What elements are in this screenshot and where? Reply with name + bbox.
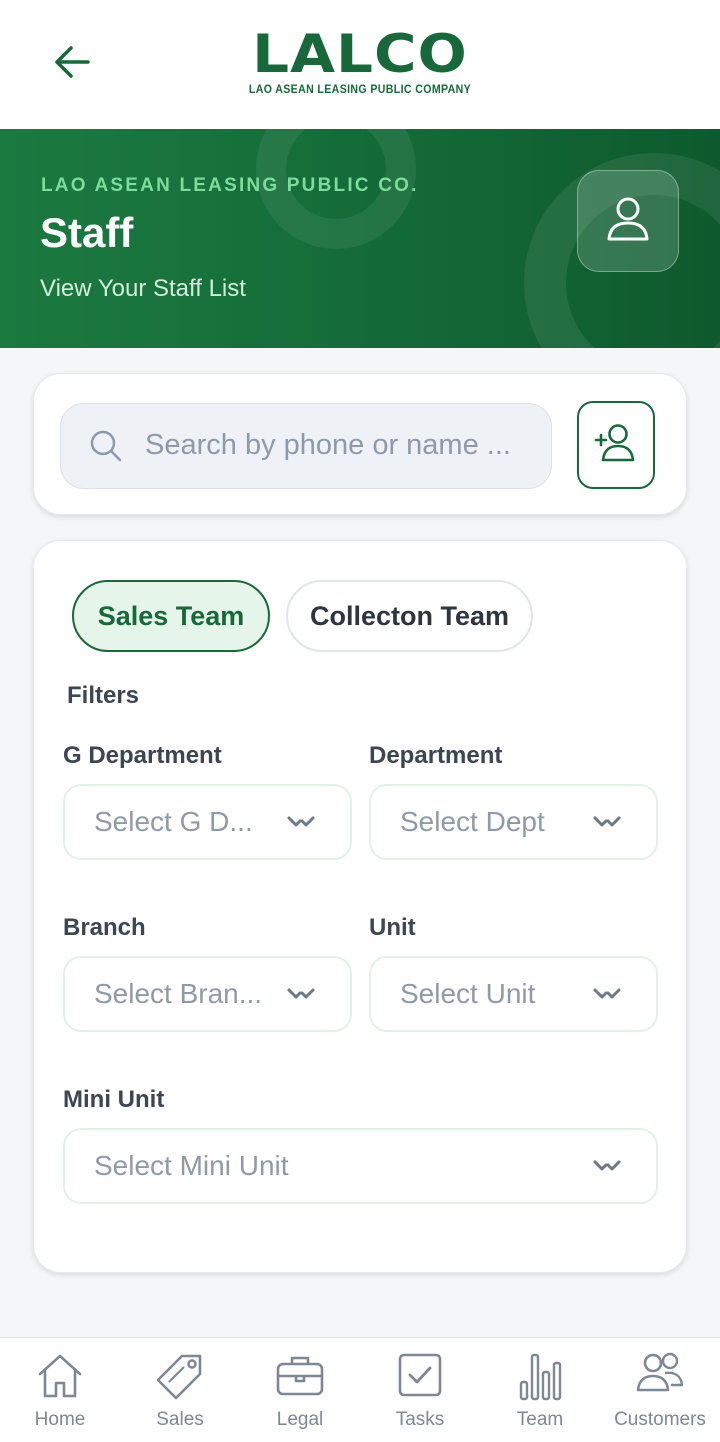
briefcase-icon [275, 1352, 325, 1403]
nav-tasks[interactable]: Tasks [360, 1338, 480, 1442]
checkbox-icon [397, 1352, 443, 1403]
department-select[interactable]: Select Dept [369, 784, 658, 860]
tab-collection-team[interactable]: Collecton Team [286, 580, 533, 652]
profile-button[interactable] [577, 170, 679, 272]
nav-label: Legal [276, 1409, 324, 1430]
page-title: Staff [40, 209, 134, 256]
chevron-down-icon [592, 985, 622, 1008]
nav-label: Customers [614, 1409, 706, 1430]
page-subtitle: View Your Staff List [40, 275, 246, 302]
filters-heading: Filters [67, 682, 140, 709]
users-icon [635, 1352, 685, 1401]
search-card [33, 373, 687, 515]
nav-sales[interactable]: Sales [120, 1338, 240, 1442]
mini-unit-label: Mini Unit [63, 1086, 165, 1113]
nav-home[interactable]: Home [0, 1338, 120, 1442]
mini-unit-value: Select Mini Unit [94, 1150, 289, 1181]
logo-subtitle: LAO ASEAN LEASING PUBLIC COMPANY [248, 84, 472, 96]
unit-value: Select Unit [400, 978, 536, 1009]
nav-legal[interactable]: Legal [240, 1338, 360, 1442]
g-department-value: Select G D... [94, 806, 253, 837]
g-department-select[interactable]: Select G D... [63, 784, 352, 860]
arrow-left-icon [53, 45, 91, 84]
nav-label: Sales [156, 1409, 204, 1430]
bottom-nav: Home Sales Legal Tasks Team Customers [0, 1337, 720, 1442]
chevron-down-icon [286, 985, 316, 1008]
top-bar: LALCO LAO ASEAN LEASING PUBLIC COMPANY [0, 0, 720, 129]
nav-team[interactable]: Team [480, 1338, 600, 1442]
bar-chart-icon [518, 1352, 562, 1407]
back-button[interactable] [44, 38, 100, 90]
chevron-down-icon [592, 813, 622, 836]
department-label: Department [369, 742, 503, 769]
search-icon [89, 429, 123, 468]
lalco-logo: LALCO LAO ASEAN LEASING PUBLIC COMPANY [226, 26, 494, 98]
chevron-down-icon [286, 813, 316, 836]
nav-customers[interactable]: Customers [600, 1338, 720, 1442]
department-value: Select Dept [400, 806, 545, 837]
g-department-label: G Department [63, 742, 222, 769]
logo-text: LALCO [252, 23, 468, 85]
nav-label: Home [34, 1409, 86, 1430]
search-input[interactable] [145, 404, 535, 487]
add-user-icon [594, 423, 638, 468]
tag-icon [154, 1352, 206, 1407]
search-box[interactable] [60, 403, 552, 489]
mini-unit-select[interactable]: Select Mini Unit [63, 1128, 658, 1204]
branch-value: Select Bran... [94, 978, 263, 1009]
home-icon [35, 1352, 85, 1405]
unit-select[interactable]: Select Unit [369, 956, 658, 1032]
nav-label: Team [516, 1409, 564, 1430]
tab-sales-team[interactable]: Sales Team [72, 580, 270, 652]
branch-label: Branch [63, 914, 146, 941]
branch-select[interactable]: Select Bran... [63, 956, 352, 1032]
unit-label: Unit [369, 914, 416, 941]
user-icon [606, 196, 650, 247]
hero-banner: LAO ASEAN LEASING PUBLIC CO. Staff View … [0, 129, 720, 348]
company-name: LAO ASEAN LEASING PUBLIC CO. [41, 175, 419, 196]
nav-label: Tasks [395, 1409, 445, 1430]
chevron-down-icon [592, 1157, 622, 1180]
add-staff-button[interactable] [577, 401, 655, 489]
filter-card: Sales Team Collecton Team Filters G Depa… [33, 540, 687, 1273]
